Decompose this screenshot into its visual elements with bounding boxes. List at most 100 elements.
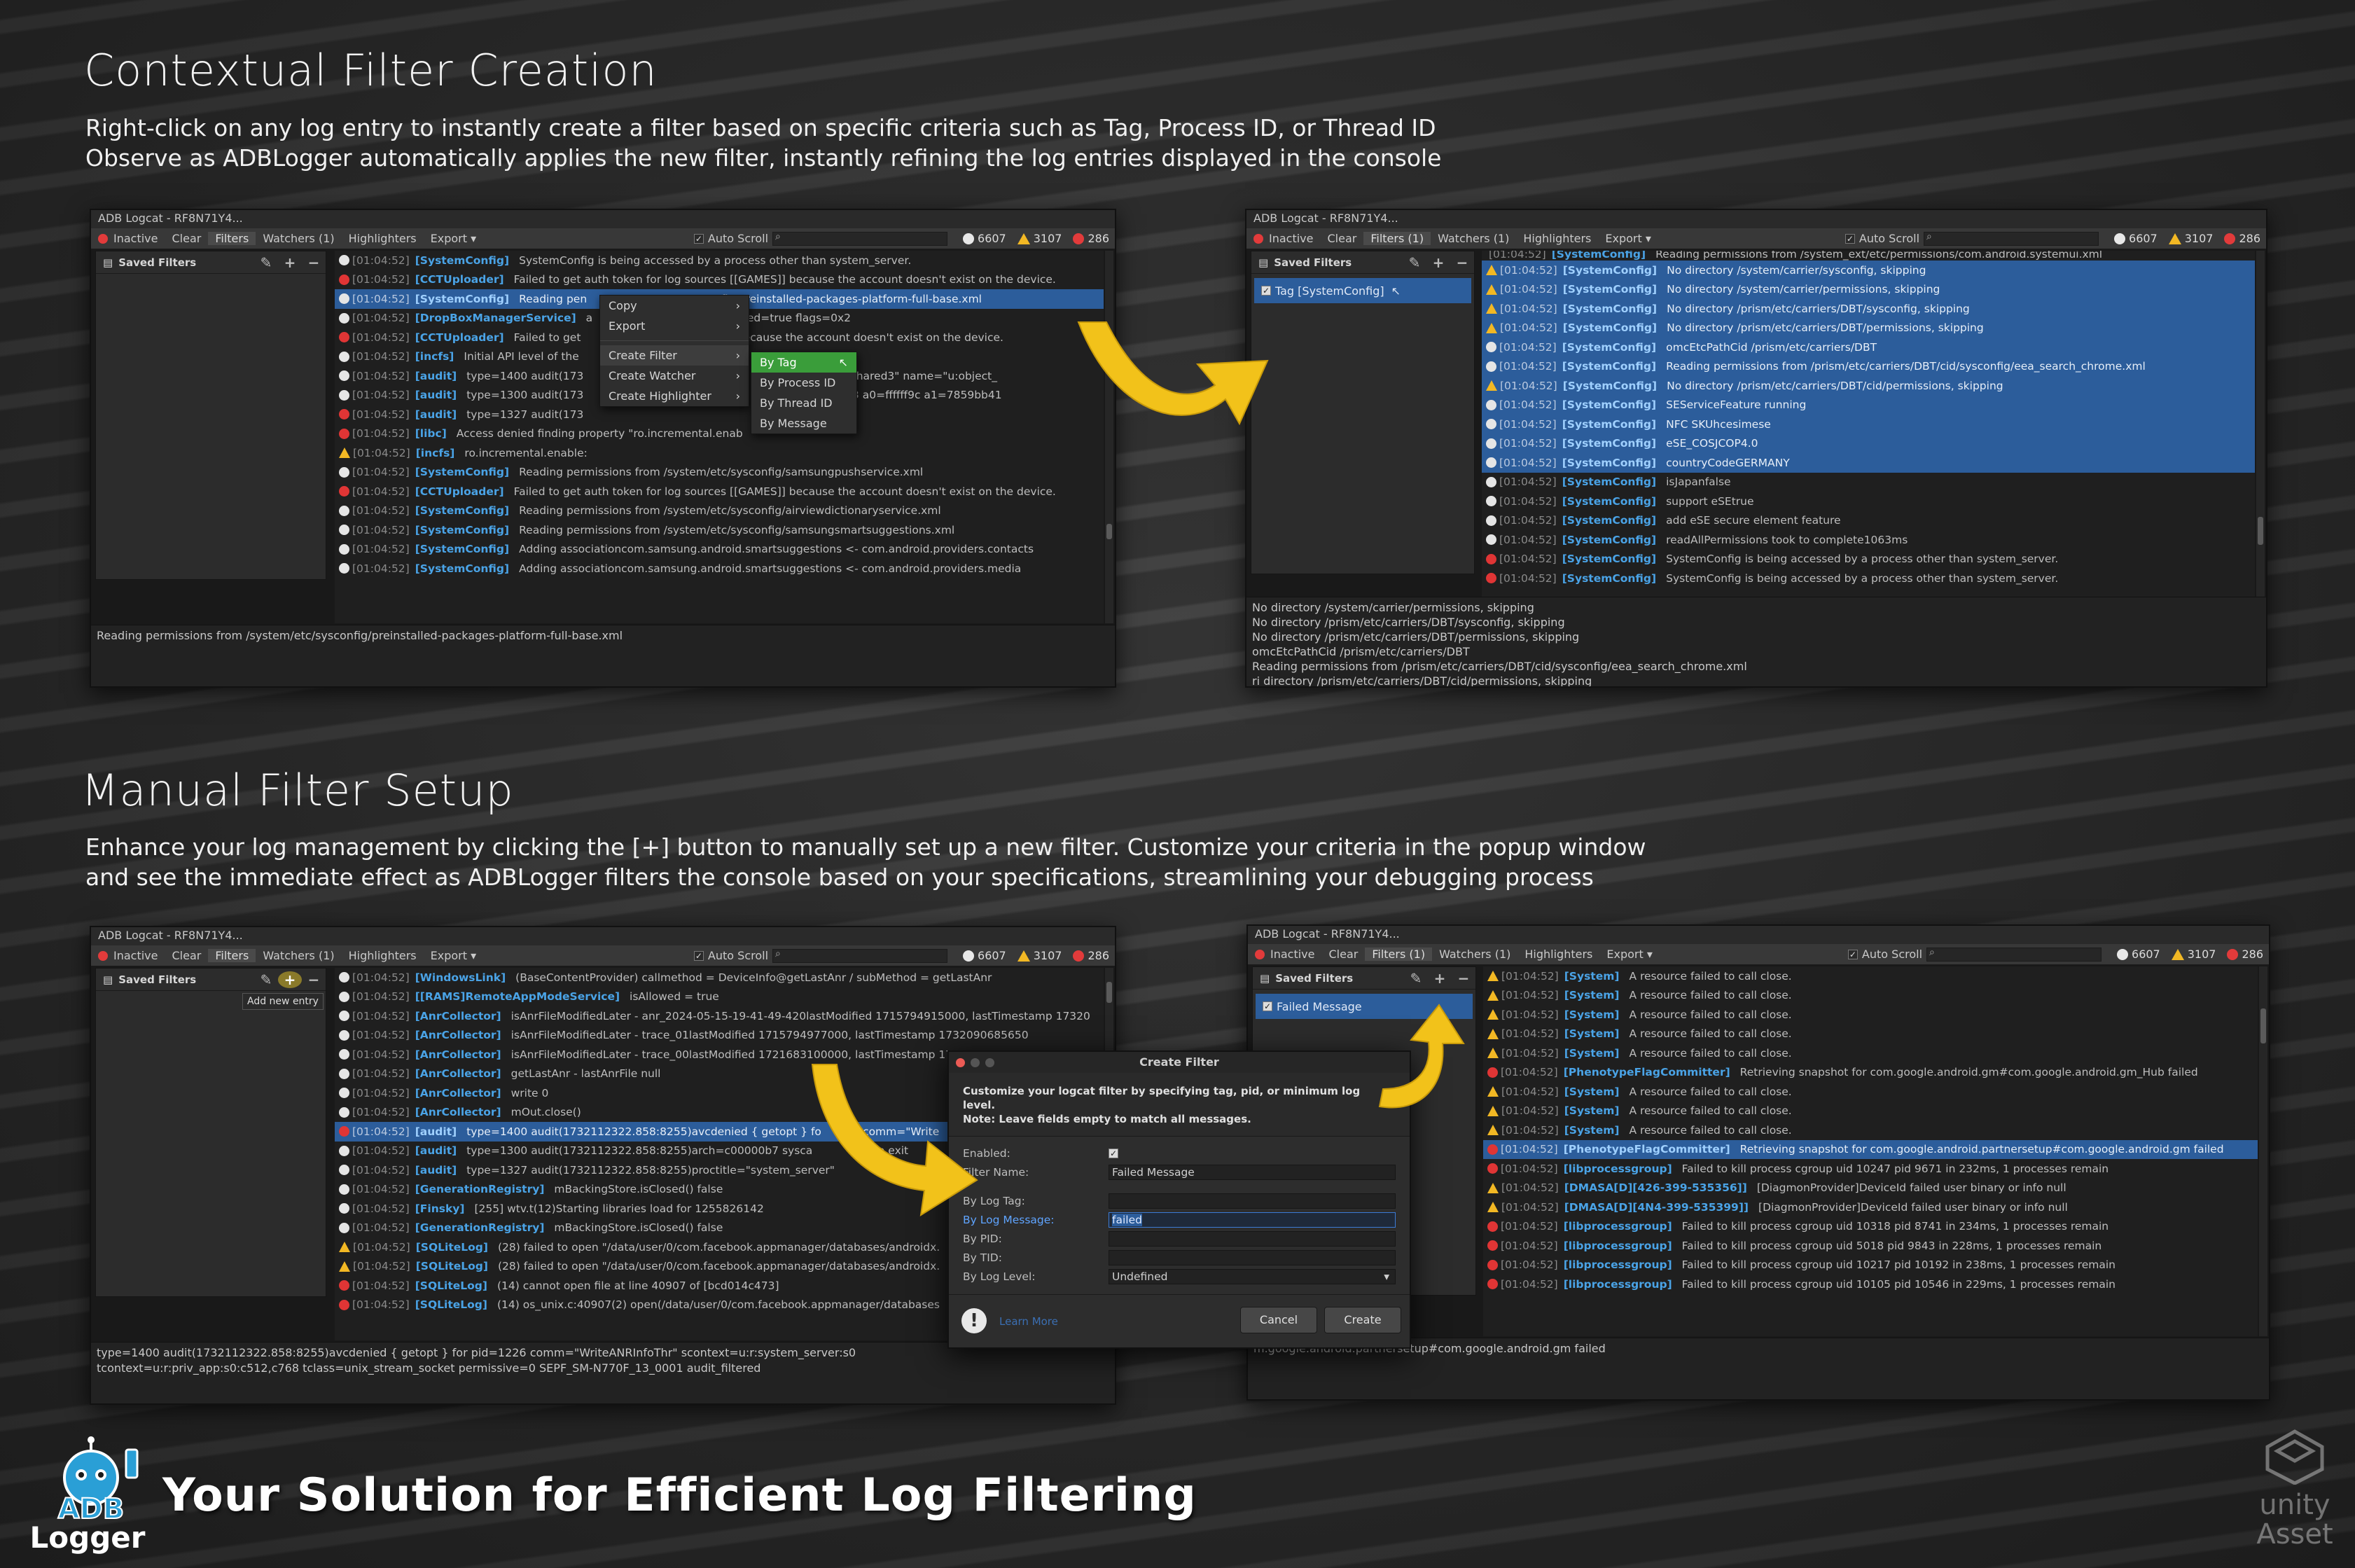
inactive-toggle[interactable]: Inactive (1246, 232, 1321, 245)
log-list[interactable]: [01:04:52] [System] A resource failed to c… (1483, 966, 2258, 1336)
tab-highlighters[interactable]: Highlighters (1517, 948, 1599, 961)
by-message-input[interactable]: failed (1109, 1212, 1396, 1228)
create-button[interactable]: Create (1324, 1307, 1401, 1333)
submenu-by-tid[interactable]: By Thread ID (751, 393, 856, 413)
warn-count[interactable]: 3107 (2166, 948, 2222, 961)
log-list[interactable]: [01:04:52] [SystemConfig] Reading permissi… (1482, 251, 2255, 623)
auto-scroll-toggle[interactable]: ✓ Auto Scroll (1847, 948, 1926, 961)
list-item[interactable]: [01:04:52] [libprocessgroup] Failed to kil… (1483, 1275, 2258, 1294)
tab-watchers[interactable]: Watchers (1) (1432, 948, 1517, 961)
edit-icon[interactable]: ✎ (254, 971, 278, 988)
list-item[interactable]: [01:04:52] [SystemConfig] SEServiceFeature… (1482, 395, 2255, 415)
auto-scroll-toggle[interactable]: ✓ Auto Scroll (1845, 232, 1924, 245)
list-item[interactable]: [01:04:52] [SystemConfig] Adding associati… (335, 540, 1104, 560)
list-item[interactable]: [01:04:52] [System] A resource failed to c… (1483, 986, 2258, 1006)
list-item[interactable]: [01:04:52] [SystemConfig] add eSE secure e… (1482, 511, 2255, 531)
list-item[interactable]: [01:04:52] [System] A resource failed to c… (1483, 1082, 2258, 1102)
list-item[interactable]: [01:04:52] [DMASA[D][426-399-535356]] [Dia… (1483, 1179, 2258, 1198)
list-item[interactable]: [01:04:52] [incfs] ro.incremental.enable: (335, 443, 1104, 463)
menu-create-highlighter[interactable]: Create Highlighter › (600, 386, 749, 406)
menu-create-filter[interactable]: Create Filter › (600, 345, 749, 366)
info-count[interactable]: 6607 (2111, 948, 2166, 961)
list-item[interactable]: [01:04:52] [SystemConfig] SystemConfig is … (1482, 550, 2255, 569)
list-item[interactable]: [01:04:52] [System] A resource failed to c… (1483, 1121, 2258, 1140)
error-count[interactable]: 286 (2218, 232, 2266, 245)
tab-filters[interactable]: Filters (1) (1365, 948, 1433, 961)
clear-button[interactable]: Clear (1321, 232, 1364, 245)
list-item[interactable]: [01:04:52] [System] A resource failed to c… (1483, 1005, 2258, 1025)
by-tid-input[interactable] (1109, 1249, 1396, 1265)
search-input[interactable]: ⌕ (772, 948, 948, 963)
list-item[interactable]: [01:04:52] [CCTUploader] Failed to get aut… (335, 482, 1104, 501)
error-count[interactable]: 286 (1067, 949, 1115, 962)
list-item[interactable]: [01:04:52] [SystemConfig] No directory /sy… (1482, 261, 2255, 280)
tab-filters[interactable]: Filters (208, 232, 256, 245)
add-filter-button[interactable]: + (1426, 254, 1450, 271)
menu-copy[interactable]: Copy › (600, 296, 749, 316)
saved-filter-item[interactable]: ✓ Tag [SystemConfig] ↖ (1254, 278, 1471, 303)
list-item[interactable]: [01:04:52] [PhenotypeFlagCommitter] Retrie… (1483, 1139, 2258, 1159)
tab-watchers[interactable]: Watchers (1) (1431, 232, 1516, 245)
export-dropdown[interactable]: Export ▾ (424, 949, 484, 962)
warn-count[interactable]: 3107 (1012, 949, 1068, 962)
list-item[interactable]: [01:04:52] [libprocessgroup] Failed to kil… (1483, 1236, 2258, 1256)
search-input[interactable]: ⌕ (1924, 231, 2099, 246)
error-count[interactable]: 286 (2221, 948, 2269, 961)
tab-highlighters[interactable]: Highlighters (342, 232, 424, 245)
tab-highlighters[interactable]: Highlighters (342, 949, 424, 962)
info-count[interactable]: 6607 (2109, 232, 2163, 245)
list-item[interactable]: [01:04:52] [System] A resource failed to c… (1483, 966, 2258, 986)
list-item[interactable]: [01:04:52] [PhenotypeFlagCommitter] Retrie… (1483, 1063, 2258, 1083)
list-item[interactable]: [01:04:52] [SystemConfig] readAllPermissio… (1482, 530, 2255, 550)
inactive-toggle[interactable]: Inactive (91, 949, 165, 962)
list-item[interactable]: [01:04:52] [SystemConfig] Reading permissi… (1482, 251, 2255, 261)
list-item[interactable]: [01:04:52] [SystemConfig] SystemConfig is … (335, 251, 1104, 270)
list-item[interactable]: [01:04:52] [libprocessgroup] Failed to kil… (1483, 1217, 2258, 1237)
submenu-by-tag[interactable]: By Tag ↖ (751, 352, 856, 373)
cancel-button[interactable]: Cancel (1240, 1307, 1317, 1333)
list-item[interactable]: [01:04:52] [SystemConfig] No directory /pr… (1482, 299, 2255, 319)
info-count[interactable]: 6607 (957, 949, 1012, 962)
list-item[interactable]: [01:04:52] [libc] Access denied finding pr… (335, 424, 1104, 444)
inactive-toggle[interactable]: Inactive (1248, 948, 1322, 961)
list-item[interactable]: [01:04:52] [SystemConfig] No directory /sy… (1482, 279, 2255, 299)
list-item[interactable]: [01:04:52] [AnrCollector] isAnrFileModifie… (335, 1026, 1104, 1046)
export-dropdown[interactable]: Export ▾ (424, 232, 484, 245)
list-item[interactable]: [01:04:52] [DMASA[D][4N4-399-535399]] [Dia… (1483, 1198, 2258, 1217)
auto-scroll-toggle[interactable]: ✓ Auto Scroll (693, 232, 772, 245)
edit-icon[interactable]: ✎ (1404, 970, 1428, 987)
export-dropdown[interactable]: Export ▾ (1599, 948, 1660, 961)
list-item[interactable]: [01:04:52] [SystemConfig] No directory /pr… (1482, 376, 2255, 396)
export-dropdown[interactable]: Export ▾ (1598, 232, 1658, 245)
list-item[interactable]: [01:04:52] [SystemConfig] eSE_COSJCOP4.0 (1482, 433, 2255, 453)
list-item[interactable]: [01:04:52] [SystemConfig] SystemConfig is … (1482, 569, 2255, 588)
remove-filter-button[interactable]: − (1450, 254, 1474, 271)
edit-icon[interactable]: ✎ (254, 254, 278, 271)
list-item[interactable]: [01:04:52] [CCTUploader] Failed to get aut… (335, 270, 1104, 290)
list-item[interactable]: [01:04:52] [SystemConfig] Reading permissi… (335, 520, 1104, 540)
tab-highlighters[interactable]: Highlighters (1516, 232, 1598, 245)
list-item[interactable]: [01:04:52] [SystemConfig] NFC SKUhcesimese (1482, 415, 2255, 434)
list-item[interactable]: [01:04:52] [SystemConfig] Reading permissi… (1482, 356, 2255, 376)
list-item[interactable]: [01:04:52] [audit] type=1327 audit(173 ana… (335, 405, 1104, 424)
list-item[interactable]: [01:04:52] [libprocessgroup] Failed to kil… (1483, 1256, 2258, 1275)
by-pid-input[interactable] (1109, 1230, 1396, 1247)
list-item[interactable]: [01:04:52] [SystemConfig] omcEtcPathCid /p… (1482, 338, 2255, 357)
enabled-checkbox[interactable]: ✓ (1109, 1148, 1118, 1158)
info-count[interactable]: 6607 (957, 232, 1012, 245)
list-item[interactable]: [01:04:52] [SystemConfig] Reading permissi… (335, 463, 1104, 483)
help-icon[interactable]: ! (961, 1308, 987, 1333)
warn-count[interactable]: 3107 (1012, 232, 1068, 245)
tab-filters[interactable]: Filters (208, 949, 256, 962)
list-item[interactable]: [01:04:52] [System] A resource failed to c… (1483, 1102, 2258, 1121)
list-item[interactable]: [01:04:52] [libprocessgroup] Failed to kil… (1483, 1159, 2258, 1179)
list-item[interactable]: [01:04:52] [SystemConfig] support eSEtrue (1482, 492, 2255, 511)
filter-name-input[interactable]: Failed Message (1109, 1164, 1396, 1180)
scrollbar[interactable] (2256, 251, 2265, 623)
submenu-by-message[interactable]: By Message (751, 413, 856, 433)
log-level-select[interactable]: Undefined ▾ (1109, 1268, 1396, 1284)
learn-more-link[interactable]: Learn More (999, 1315, 1058, 1328)
search-input[interactable]: ⌕ (1926, 947, 2102, 962)
tab-filters[interactable]: Filters (1) (1363, 232, 1431, 245)
edit-icon[interactable]: ✎ (1403, 254, 1426, 271)
